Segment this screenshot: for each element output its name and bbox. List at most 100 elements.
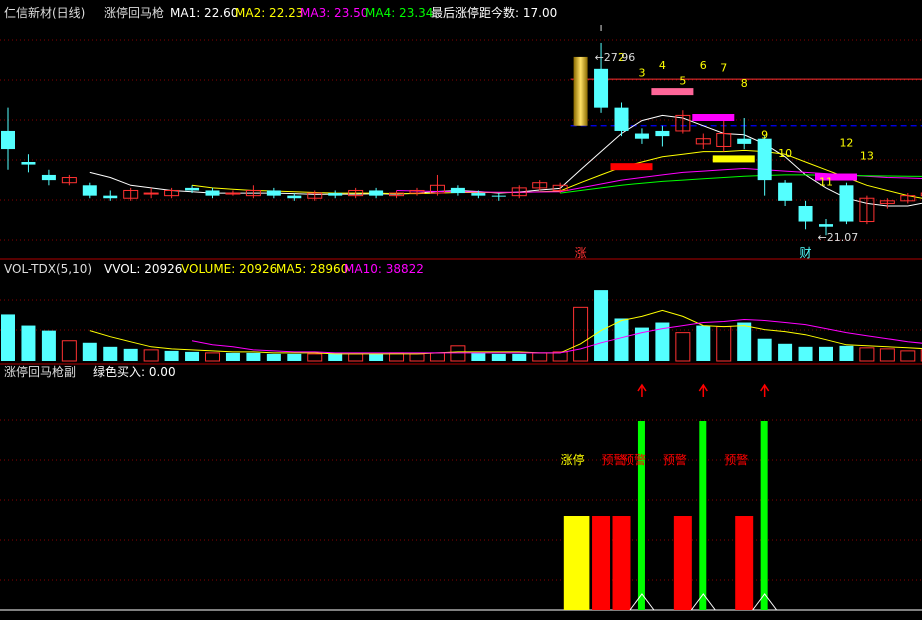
volume-bar (205, 352, 220, 362)
price-panel[interactable]: 23456 78910111213←27.96←21.07涨财 (1, 25, 922, 260)
day-counter: 5 (679, 74, 686, 87)
candle-body (573, 56, 588, 126)
volume-bar (573, 306, 589, 362)
volume-bar (429, 352, 445, 362)
ma-line-ma4 (560, 174, 922, 194)
day-counter: 9 (761, 129, 768, 142)
buy-signal-bar (760, 421, 768, 610)
candle-body (287, 195, 302, 199)
ma1-label: MA1: 22.60 (170, 6, 238, 20)
day-counter: 13 (860, 149, 874, 162)
volume-bar (369, 353, 384, 361)
min-price-label: ←21.07 (818, 231, 859, 244)
volume-bar (859, 347, 875, 362)
ma4-label: MA4: 23.34 (365, 6, 433, 20)
signal-zone (692, 114, 735, 121)
volume-bar (143, 349, 159, 362)
last-limit-label: 最后涨停距今数: 17.00 (431, 5, 557, 20)
signal-bar (592, 516, 611, 610)
volume-bar (819, 346, 833, 361)
max-price-label: ←27.96 (595, 51, 636, 64)
volume-bar (512, 353, 527, 361)
volume-bar (348, 353, 364, 362)
day-counter: 3 (638, 67, 645, 80)
candle-body (205, 190, 220, 196)
volume-bar (185, 351, 200, 361)
volume-bar (1, 314, 15, 361)
candle-body (1, 130, 15, 150)
candle-body (103, 195, 118, 199)
candle-body (757, 138, 772, 181)
volume-bar (675, 332, 691, 362)
volume-bar (307, 353, 323, 362)
event-marker: 涨 (575, 245, 587, 260)
ma2-label: MA2: 22.23 (235, 6, 303, 20)
candle-body (328, 193, 343, 196)
signal-label: 预警 (663, 452, 687, 467)
volume-ma5-line (89, 309, 922, 355)
day-counter: 4 (659, 59, 666, 72)
candle-body (21, 162, 36, 165)
signal-zone (651, 88, 694, 96)
volume-bar (471, 352, 486, 361)
buy-signal-bar (637, 421, 645, 610)
volume-bar (225, 352, 240, 361)
volume-bar (594, 290, 609, 361)
volume-bar (614, 318, 629, 361)
candle-body (471, 193, 486, 196)
signal-indicator-name: 涨停回马枪副 (4, 364, 76, 379)
candle-body (737, 138, 752, 144)
volume-bar (409, 353, 425, 362)
candle-body (225, 192, 241, 195)
signal-zone (610, 163, 653, 171)
day-counter: 12 (839, 136, 853, 149)
indicator-name: 涨停回马枪 (104, 5, 164, 20)
volume-bar (450, 345, 466, 362)
candle-body (491, 195, 506, 197)
signal-bar (735, 516, 754, 610)
event-marker: 财 (800, 246, 812, 260)
signal-label: 涨停 (561, 452, 585, 467)
candle-body (41, 174, 56, 181)
volume-label: VOLUME: 20926 (181, 262, 277, 276)
volume-bar (757, 338, 772, 361)
candle-body (655, 130, 670, 137)
volume-bar (266, 353, 281, 361)
candle-body (839, 185, 854, 222)
volume-bar (696, 325, 711, 361)
candle-body (594, 68, 609, 108)
candle-body (143, 192, 159, 195)
candle-body (634, 133, 649, 139)
signal-panel[interactable]: 涨停 预警预警 预警 预警 (0, 383, 922, 611)
signal-label: 预警 (622, 452, 646, 467)
volume-bar (41, 330, 56, 361)
volume-bar (737, 322, 752, 361)
candle-body (798, 206, 813, 222)
day-counter: 11 (819, 175, 833, 188)
buy-signal-bar (699, 421, 707, 610)
grid-lines (0, 39, 922, 581)
ma5-label: MA5: 28960 (276, 262, 348, 276)
signal-label: 绿色买入: 0.00 (93, 364, 176, 379)
chart-canvas: 23456 78910111213←27.96←21.07涨财 涨停 预警预警 预警预… (0, 5, 922, 611)
ma3-label: MA3: 23.50 (300, 6, 368, 20)
stock-chart[interactable]: 2 3 4 5 6 7 8 9 10 11 12 13 ←27.96 ←21.07 涨财 涨停 预警 预警 预警预… (0, 0, 922, 617)
volume-bar (778, 343, 793, 361)
ma10-label: MA10: 38822 (344, 262, 424, 276)
volume-panel[interactable] (1, 290, 922, 362)
day-counter: 8 (741, 77, 748, 90)
vvol-label: VVOL: 20926 (104, 262, 182, 276)
signal-bar (563, 516, 590, 610)
candle-body (369, 190, 384, 196)
volume-bar (798, 346, 813, 361)
candle-body (819, 224, 833, 227)
candle-body (266, 190, 281, 196)
day-counter: 7 (720, 61, 727, 74)
volume-bar (900, 350, 916, 362)
volume-bar (82, 342, 97, 361)
signal-bar (673, 516, 692, 610)
candle-body (82, 185, 97, 196)
day-counter: 6 (700, 59, 707, 72)
day-counter: 10 (778, 147, 792, 160)
candle-body (778, 182, 793, 201)
